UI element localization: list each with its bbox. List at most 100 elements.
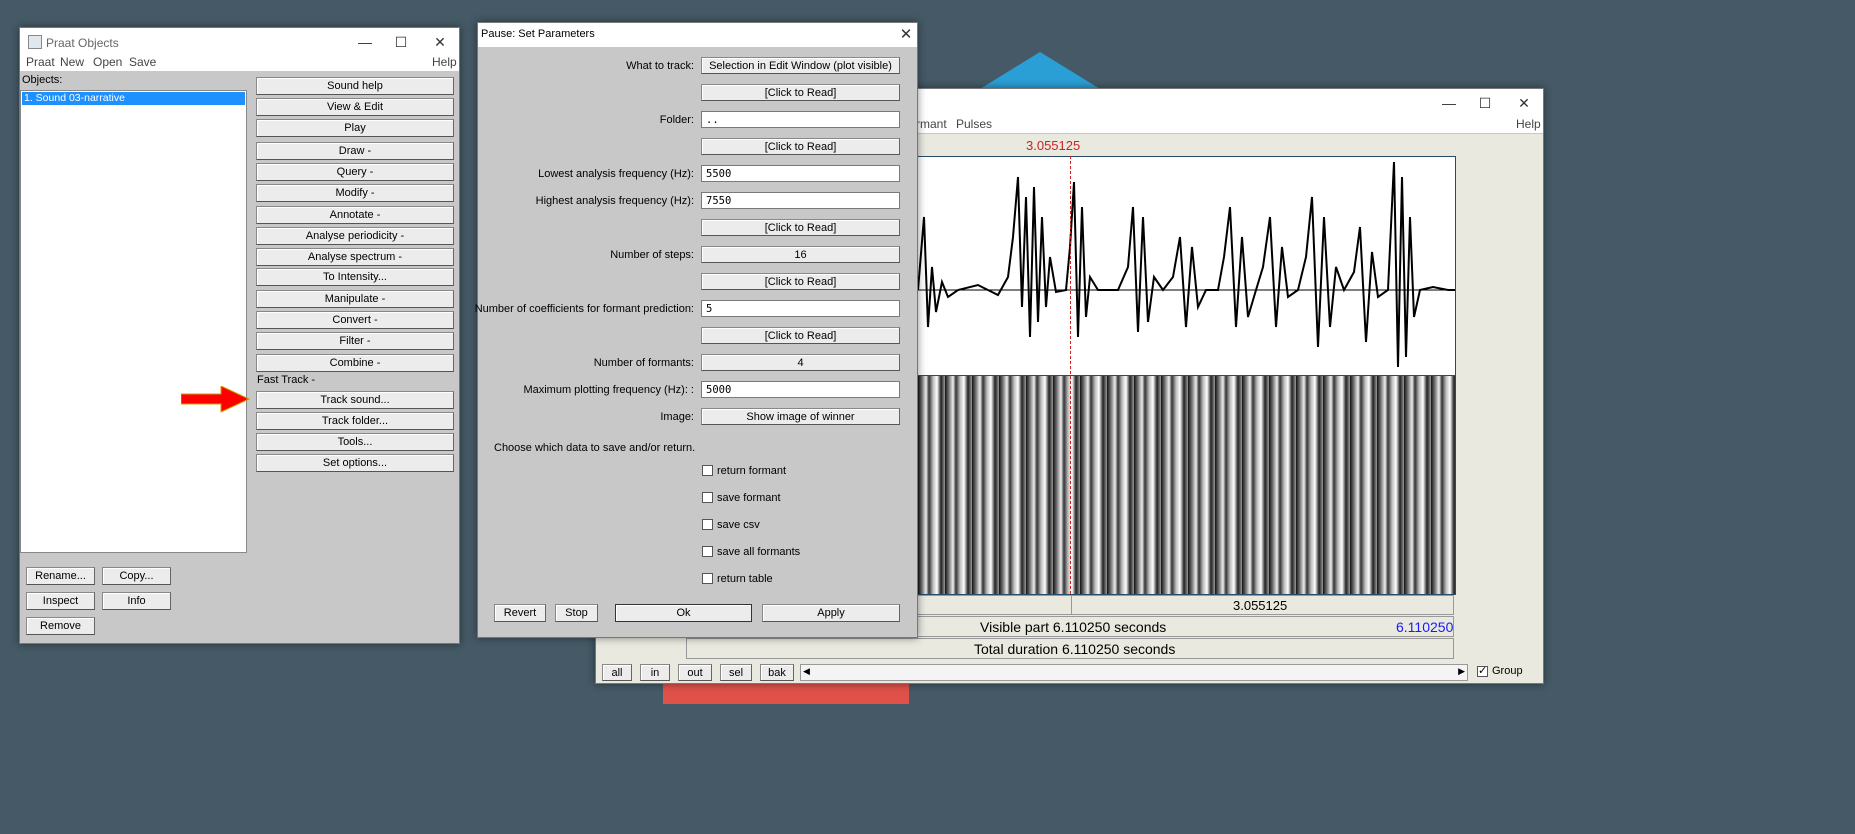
filter-button[interactable]: Filter - [256,332,454,350]
track-folder-button[interactable]: Track folder... [256,412,454,430]
time-row[interactable]: 3.055125 [917,595,1454,615]
query-button[interactable]: Query - [256,163,454,181]
folder-field[interactable]: .. [701,111,900,128]
menu-formant[interactable]: rmant [916,117,947,131]
menu-save[interactable]: Save [129,55,156,69]
return-table-label: return table [717,573,773,585]
check-icon: ✓ [1478,665,1488,677]
copy-button[interactable]: Copy... [102,567,171,585]
click-to-read-button-4[interactable]: [Click to Read] [701,273,900,290]
analyse-periodicity-button[interactable]: Analyse periodicity - [256,227,454,245]
minimize-icon[interactable]: — [1434,95,1464,111]
menu-praat[interactable]: Praat [26,55,55,69]
revert-button[interactable]: Revert [494,604,546,622]
visible-part-label: Visible part 6.110250 seconds [980,619,1167,635]
lowest-frequency-field[interactable]: 5500 [701,165,900,182]
total-duration-row[interactable]: Total duration 6.110250 seconds [686,638,1454,659]
return-formant-label: return formant [717,465,787,477]
image-select[interactable]: Show image of winner [701,408,900,425]
zoom-in-button[interactable]: in [640,664,670,681]
draw-button[interactable]: Draw - [256,142,454,160]
click-to-read-button-5[interactable]: [Click to Read] [701,327,900,344]
manipulate-button[interactable]: Manipulate - [256,290,454,308]
group-checkbox[interactable]: ✓ [1477,665,1488,677]
click-to-read-button-2[interactable]: [Click to Read] [701,138,900,155]
scroll-left-icon[interactable]: ◀ [803,666,810,677]
what-to-track-label: What to track: [626,60,694,72]
group-label: Group [1492,665,1523,677]
waveform-svg [918,161,1455,368]
highest-frequency-label: Highest analysis frequency (Hz): [535,195,694,207]
inspect-button[interactable]: Inspect [26,592,95,610]
close-icon[interactable]: ✕ [1509,95,1539,112]
horizontal-scrollbar[interactable]: ◀ ▶ [800,664,1468,681]
highest-frequency-field[interactable]: 7550 [701,192,900,209]
menu-open[interactable]: Open [93,55,122,69]
save-csv-checkbox[interactable] [702,519,713,530]
image-label: Image: [660,411,694,423]
track-sound-button[interactable]: Track sound... [256,391,454,409]
objects-label: Objects: [22,74,63,86]
save-csv-label: save csv [717,519,760,531]
click-to-read-button-1[interactable]: [Click to Read] [701,84,900,101]
zoom-out-button[interactable]: out [678,664,712,681]
analyse-spectrum-button[interactable]: Analyse spectrum - [256,248,454,266]
praat-app-icon [28,35,42,49]
apply-button[interactable]: Apply [762,604,900,622]
stop-button[interactable]: Stop [555,604,598,622]
view-edit-button[interactable]: View & Edit [256,98,454,116]
visible-part-row[interactable]: Visible part 6.110250 seconds 6.110250 [917,616,1454,637]
list-item[interactable]: 1. Sound 03-narrative [22,92,245,105]
play-button[interactable]: Play [256,119,454,137]
objects-menubar: Praat New Open Save Help [20,53,459,71]
number-of-steps-label: Number of steps: [610,249,694,261]
close-icon[interactable]: ✕ [891,25,921,43]
info-button[interactable]: Info [102,592,171,610]
max-plotting-frequency-field[interactable]: 5000 [701,381,900,398]
click-to-read-button-3[interactable]: [Click to Read] [701,219,900,236]
remove-button[interactable]: Remove [26,617,95,635]
minimize-icon[interactable]: — [350,34,380,50]
to-intensity-button[interactable]: To Intensity... [256,268,454,286]
coefficients-field[interactable]: 5 [701,300,900,317]
return-table-checkbox[interactable] [702,573,713,584]
scroll-right-icon[interactable]: ▶ [1458,666,1465,677]
zoom-all-button[interactable]: all [602,664,632,681]
fast-track-label: Fast Track - [257,374,316,386]
what-to-track-select[interactable]: Selection in Edit Window (plot visible) [701,57,900,74]
objects-window-title: Praat Objects [46,36,119,50]
dialog-titlebar: Pause: Set Parameters ✕ [478,23,917,47]
modify-button[interactable]: Modify - [256,184,454,202]
number-of-steps-select[interactable]: 16 [701,246,900,263]
coefficients-label: Number of coefficients for formant predi… [474,303,694,315]
maximize-icon[interactable]: ☐ [386,34,416,51]
set-options-button[interactable]: Set options... [256,454,454,472]
choose-data-text: Choose which data to save and/or return. [494,442,696,454]
objects-list[interactable]: 1. Sound 03-narrative [20,90,247,553]
zoom-back-button[interactable]: bak [760,664,794,681]
menu-help[interactable]: Help [432,55,457,69]
rename-button[interactable]: Rename... [26,567,95,585]
maximize-icon[interactable]: ☐ [1470,95,1500,112]
return-formant-checkbox[interactable] [702,465,713,476]
tools-button[interactable]: Tools... [256,433,454,451]
sound-help-button[interactable]: Sound help [256,77,454,95]
menu-help[interactable]: Help [1516,117,1541,131]
zoom-sel-button[interactable]: sel [720,664,752,681]
red-arrow-icon [181,386,251,413]
save-all-formants-checkbox[interactable] [702,546,713,557]
combine-button[interactable]: Combine - [256,354,454,372]
save-formant-checkbox[interactable] [702,492,713,503]
ok-button[interactable]: Ok [615,604,752,622]
number-of-formants-select[interactable]: 4 [701,354,900,371]
annotate-button[interactable]: Annotate - [256,206,454,224]
close-icon[interactable]: ✕ [425,34,455,51]
waveform-panel[interactable] [917,156,1456,376]
cursor-line [1070,156,1071,594]
spectrogram-panel[interactable] [917,375,1456,595]
convert-button[interactable]: Convert - [256,311,454,329]
dialog-title: Pause: Set Parameters [481,28,595,40]
menu-pulses[interactable]: Pulses [956,117,992,131]
lowest-frequency-label: Lowest analysis frequency (Hz): [538,168,694,180]
menu-new[interactable]: New [60,55,84,69]
